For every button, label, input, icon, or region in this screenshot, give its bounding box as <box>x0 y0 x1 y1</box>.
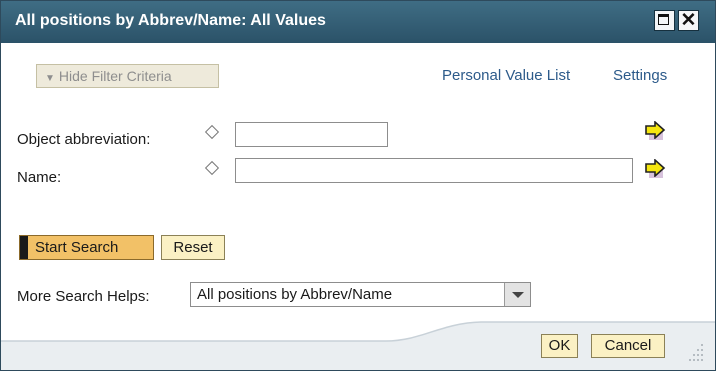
more-search-helps-dropdown[interactable]: All positions by Abbrev/Name <box>190 282 531 307</box>
dropdown-selected-value: All positions by Abbrev/Name <box>197 286 393 303</box>
value-help-dialog: All positions by Abbrev/Name: All Values… <box>0 0 716 371</box>
chevron-down-icon <box>512 292 524 298</box>
button-grip <box>20 236 28 259</box>
hide-filter-label: Hide Filter Criteria <box>58 68 172 84</box>
multiple-selection-icon[interactable] <box>645 159 667 181</box>
object-abbreviation-input[interactable] <box>235 122 388 147</box>
name-label: Name: <box>17 169 62 186</box>
dialog-title: All positions by Abbrev/Name: All Values <box>15 12 326 29</box>
triangle-down-icon: ▼ <box>45 73 55 84</box>
cancel-button[interactable]: Cancel <box>591 334 665 358</box>
resize-grip-icon[interactable] <box>683 340 707 362</box>
name-input[interactable] <box>235 158 633 183</box>
dialog-titlebar[interactable]: All positions by Abbrev/Name: All Values… <box>1 1 715 43</box>
diamond-icon <box>204 124 220 140</box>
hide-filter-criteria-button[interactable]: ▼ Hide Filter Criteria <box>36 64 219 88</box>
ok-button[interactable]: OK <box>541 334 578 358</box>
start-search-label: Start Search <box>35 239 119 256</box>
dropdown-button[interactable] <box>504 283 530 306</box>
object-abbreviation-label: Object abbreviation: <box>17 131 151 148</box>
reset-button[interactable]: Reset <box>161 235 225 260</box>
maximize-icon <box>658 14 669 25</box>
diamond-icon <box>204 160 220 176</box>
close-icon: ✕ <box>680 10 697 31</box>
close-button[interactable]: ✕ <box>678 10 699 31</box>
multiple-selection-icon[interactable] <box>645 121 667 143</box>
more-search-helps-label: More Search Helps: <box>17 288 150 305</box>
maximize-button[interactable] <box>654 10 675 31</box>
start-search-button[interactable]: Start Search <box>19 235 154 260</box>
settings-link[interactable]: Settings <box>613 67 667 84</box>
personal-value-list-link[interactable]: Personal Value List <box>442 67 570 84</box>
